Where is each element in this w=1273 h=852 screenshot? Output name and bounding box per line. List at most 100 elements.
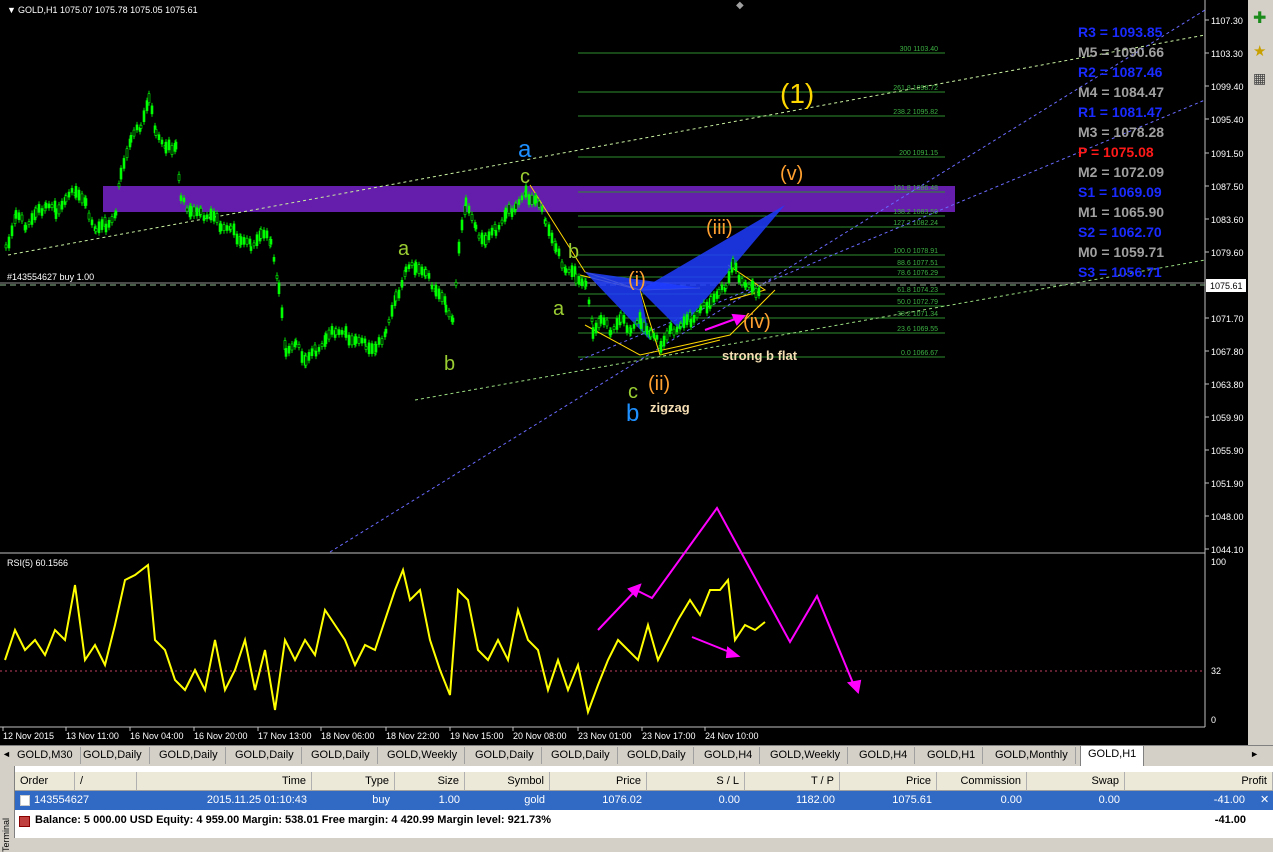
candle — [615, 318, 619, 330]
tab-chart[interactable]: GOLD,M30 — [10, 747, 81, 764]
order-row-icon — [20, 794, 30, 806]
time-tick-label: 17 Nov 13:00 — [258, 731, 312, 741]
candle — [724, 284, 728, 289]
candle — [252, 242, 256, 247]
candle — [507, 204, 511, 214]
strong-b-flat-label: strong b flat — [722, 348, 798, 363]
candle — [655, 335, 659, 340]
price-tick-label: 1044.10 — [1211, 545, 1244, 555]
candle — [480, 232, 484, 245]
layout-icon[interactable]: ▦ — [1253, 70, 1266, 86]
candle — [427, 273, 431, 279]
candle — [360, 337, 364, 344]
chart-tabs: ◄ ► GOLD,M30 GOLD,Daily GOLD,Daily GOLD,Dai… — [0, 745, 1273, 767]
col-time[interactable]: Time — [137, 772, 312, 790]
col-sl[interactable]: S / L — [647, 772, 745, 790]
tab-chart[interactable]: GOLD,Daily — [76, 747, 150, 764]
chart-menu-icon[interactable]: ▼ — [7, 5, 16, 15]
close-order-icon[interactable]: ✕ — [1255, 791, 1273, 810]
tab-chart[interactable]: GOLD,H4 — [697, 747, 761, 764]
candle — [154, 129, 158, 136]
fib-level-label: 161.8 1086.48 — [893, 185, 938, 192]
tab-chart[interactable]: GOLD,Daily — [544, 747, 618, 764]
candle — [599, 315, 603, 324]
order-time: 2015.11.25 01:10:43 — [206, 794, 307, 806]
candle — [444, 304, 448, 313]
candle — [635, 320, 639, 325]
candle — [665, 330, 669, 341]
candle — [417, 264, 421, 275]
col-symbol[interactable]: Symbol — [465, 772, 550, 790]
balance-row: Balance: 5 000.00 USD Equity: 4 959.00 M… — [15, 811, 1273, 830]
candle — [494, 230, 498, 236]
order-sl: 0.00 — [718, 794, 740, 806]
col-sort-icon[interactable]: / — [75, 772, 137, 790]
candle — [249, 246, 253, 251]
col-tp[interactable]: T / P — [745, 772, 840, 790]
col-price[interactable]: Price — [550, 772, 647, 790]
candle — [142, 110, 146, 123]
col-profit[interactable]: Profit — [1125, 772, 1273, 790]
col-commission[interactable]: Commission — [937, 772, 1027, 790]
candle — [167, 139, 171, 151]
candle — [255, 234, 259, 246]
candle — [547, 224, 551, 236]
candle — [54, 208, 58, 219]
candle — [170, 145, 174, 155]
order-price: 1076.02 — [602, 794, 642, 806]
candle — [639, 318, 643, 329]
pivot-label: R3 = 1093.85 — [1078, 24, 1163, 40]
fib-level-label: 200 1091.15 — [899, 150, 938, 157]
pivot-label: M2 = 1072.09 — [1078, 164, 1164, 180]
tab-chart[interactable]: GOLD,H1 — [1080, 746, 1145, 767]
tab-chart[interactable]: GOLD,Daily — [228, 747, 302, 764]
col-size[interactable]: Size — [395, 772, 465, 790]
candle — [451, 317, 455, 323]
tab-chart[interactable]: GOLD,Weekly — [763, 747, 849, 764]
candle — [434, 284, 438, 297]
col-order[interactable]: Order — [15, 772, 75, 790]
new-order-icon[interactable]: ✚ — [1253, 10, 1266, 27]
candle — [731, 258, 735, 269]
pivot-label: P = 1075.08 — [1078, 144, 1154, 160]
candle — [20, 214, 24, 222]
tab-chart[interactable]: GOLD,Daily — [152, 747, 226, 764]
candle — [527, 194, 531, 205]
candle — [557, 248, 561, 257]
price-tick-label: 1079.60 — [1211, 248, 1244, 258]
candle — [235, 233, 239, 245]
candle — [705, 301, 709, 314]
candle — [34, 207, 38, 218]
candle — [659, 340, 663, 353]
candle — [350, 335, 354, 346]
candle — [94, 228, 98, 232]
balance-icon — [19, 816, 30, 827]
pivot-label: R1 = 1081.47 — [1078, 104, 1163, 120]
order-row[interactable]: 143554627 2015.11.25 01:10:43 buy 1.00 g… — [15, 791, 1273, 810]
candle — [294, 340, 298, 345]
fib-level-label: 127.2 1082.24 — [893, 220, 938, 227]
tab-chart[interactable]: GOLD,H4 — [852, 747, 916, 764]
tab-chart[interactable]: GOLD,Daily — [468, 747, 542, 764]
shift-marker-icon[interactable]: ◆ — [736, 0, 744, 11]
tab-chart[interactable]: GOLD,Monthly — [988, 747, 1076, 764]
col-current-price[interactable]: Price — [840, 772, 937, 790]
tab-chart[interactable]: GOLD,H1 — [920, 747, 984, 764]
tab-chart[interactable]: GOLD,Daily — [620, 747, 694, 764]
candle — [740, 278, 744, 285]
tab-chart[interactable]: GOLD,Daily — [304, 747, 378, 764]
tab-chart[interactable]: GOLD,Weekly — [380, 747, 466, 764]
candle — [590, 318, 594, 322]
fib-level-label: 50.0 1072.79 — [897, 299, 938, 306]
candle — [354, 336, 358, 344]
fib-level-label: 0.0 1066.67 — [901, 350, 938, 357]
chart-area[interactable]: 300 1103.40261.8 1098.72238.2 1095.82200… — [0, 0, 1273, 745]
price-tick-label: 1051.90 — [1211, 479, 1244, 489]
favorites-icon[interactable]: ★ — [1253, 43, 1266, 60]
candle — [467, 205, 471, 214]
col-swap[interactable]: Swap — [1027, 772, 1125, 790]
candle — [695, 311, 699, 318]
col-type[interactable]: Type — [312, 772, 395, 790]
terminal-side-tab[interactable]: Terminal — [0, 766, 15, 852]
tab-scroll-right-icon[interactable]: ► — [1250, 749, 1259, 759]
